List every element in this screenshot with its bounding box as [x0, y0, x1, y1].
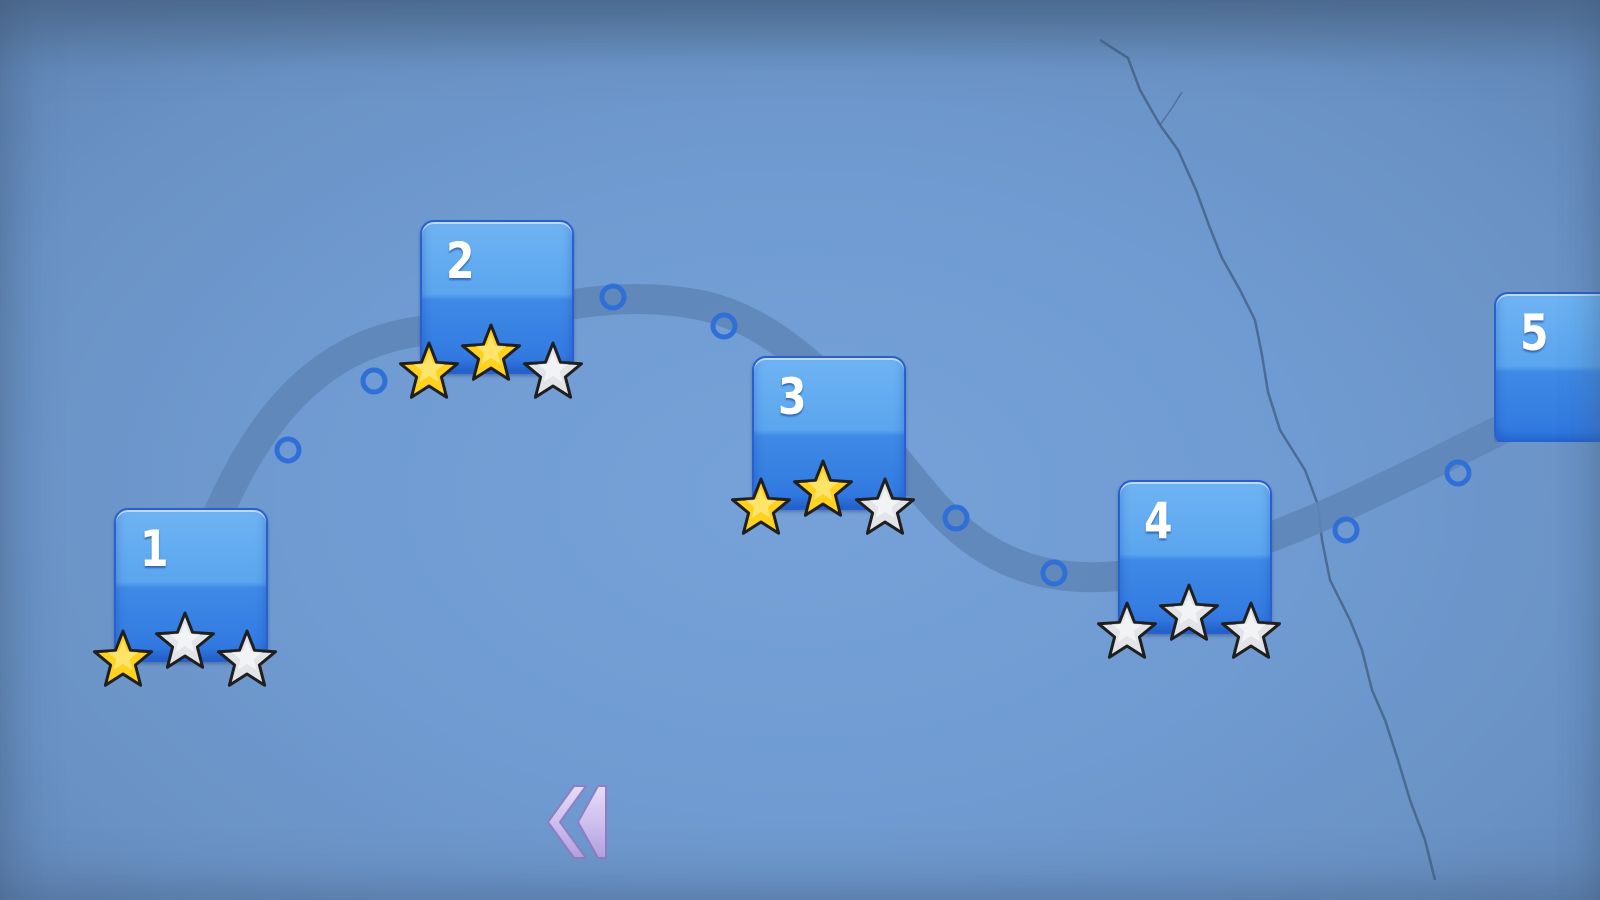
level-2-button[interactable]: 2	[399, 220, 583, 399]
level-3-button[interactable]: 3	[731, 356, 915, 535]
level-5-button[interactable]: 5	[1494, 292, 1600, 442]
star-empty-icon	[217, 629, 277, 687]
double-chevron-left-icon	[547, 785, 607, 859]
star-empty-icon	[1221, 601, 1281, 659]
star-filled-icon	[731, 477, 791, 535]
level-number: 5	[1520, 304, 1549, 362]
level-map: 1 2 3 4 5	[0, 0, 1600, 900]
map-crack	[1099, 38, 1437, 881]
back-button[interactable]	[538, 782, 608, 862]
level-stars	[1094, 580, 1298, 660]
level-stars	[728, 456, 932, 536]
star-empty-icon	[855, 477, 915, 535]
level-1-button[interactable]: 1	[93, 508, 277, 687]
level-4-button[interactable]: 4	[1097, 480, 1281, 659]
level-stars	[90, 608, 294, 688]
level-number: 2	[446, 232, 475, 290]
level-number: 3	[778, 368, 807, 426]
star-empty-icon	[1159, 583, 1219, 641]
level-stars	[396, 320, 600, 400]
star-filled-icon	[93, 629, 153, 687]
level-number: 4	[1144, 492, 1173, 550]
level-number: 1	[140, 520, 169, 578]
star-empty-icon	[1097, 601, 1157, 659]
star-filled-icon	[793, 459, 853, 517]
star-filled-icon	[461, 323, 521, 381]
map-crack-branch	[1159, 91, 1183, 126]
star-filled-icon	[399, 341, 459, 399]
star-empty-icon	[523, 341, 583, 399]
star-empty-icon	[155, 611, 215, 669]
